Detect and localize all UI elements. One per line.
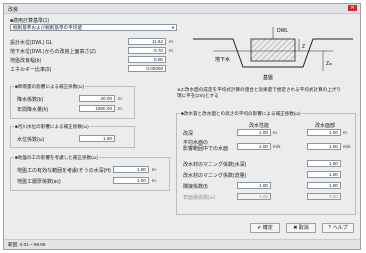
- diagram-base-label: 基盤: [263, 74, 273, 81]
- cancel-button[interactable]: ✖ 取消: [286, 223, 316, 233]
- annual-field[interactable]: 1800.00: [79, 105, 115, 112]
- ground-rate-label: 地盤改良幅(b): [10, 58, 42, 64]
- layer-l1-label: 地盤工の有効な範囲を考慮(そうの水深(H): [17, 168, 111, 174]
- layer-l2-label: 地盤工層厚係数(ac): [17, 179, 61, 185]
- diagram-zm-label: Zₘ: [326, 61, 332, 67]
- rain-label: 降水係数(b): [17, 97, 44, 103]
- r1-unit-1: m: [273, 130, 277, 135]
- design-depth-field[interactable]: 0.70: [128, 47, 166, 54]
- r5-field-2[interactable]: 1.00: [307, 182, 341, 189]
- ok-button[interactable]: ✔ 確定: [250, 223, 280, 233]
- group-rainfall: ■降雨量の影響による補正係数(ω) 降水係数(b) 20.00 m 年間降水量(…: [10, 84, 135, 119]
- r2-unit-1: m/s: [273, 144, 281, 149]
- group-river-title: ■河川水位の影響による補正係数(ω): [14, 124, 90, 130]
- r5-label: 隣接係数(f): [183, 184, 208, 190]
- energy-label: エネルギー比率(δ): [10, 67, 52, 73]
- group-rainfall-title: ■降雨量の影響による補正係数(ω): [14, 84, 86, 90]
- group-layer-title: ■地盤の工の影響を考慮した補正係数(ω): [14, 155, 99, 161]
- dialog-content: ■適用計算基準(1) 掘削基準および掘削基準の平均値 ▼ 設計水位(DWL) G…: [10, 17, 356, 237]
- status-bar: 範囲: 0.01 ~ 99.99: [4, 239, 360, 249]
- dialog-window: 改良 ✕ ■適用計算基準(1) 掘削基準および掘削基準の平均値 ▼ 設計水位(D…: [3, 3, 361, 250]
- ground-elev-unit: m: [169, 39, 173, 44]
- ground-rate-field[interactable]: 0.00: [128, 56, 166, 63]
- group-right: ■改水管と改水面との高さの平均の影響による補正係数(ω) 改水性能 改水面部 改…: [176, 111, 356, 215]
- annual-unit: m: [118, 106, 122, 111]
- diagram-z-label: Z: [302, 44, 305, 50]
- standard-select[interactable]: 掘削基準および掘削基準の平均値 ▼: [10, 24, 177, 31]
- help-button[interactable]: ? ヘルプ: [322, 223, 354, 233]
- group-river: ■河川水位の影響による補正係数(ω) 水位係数(ω) 1.00: [10, 124, 135, 148]
- layer-l1-unit: m: [152, 167, 156, 172]
- r6-field-2: 0.00: [307, 193, 341, 200]
- col1-header: 改水性能: [249, 123, 270, 129]
- chevron-down-icon: ▼: [171, 25, 175, 30]
- r6-label: 表面積係数(ω): [183, 195, 216, 201]
- close-icon[interactable]: ✕: [348, 5, 357, 11]
- section-label: ■適用計算基準(1): [10, 18, 50, 24]
- group-right-title: ■改水管と改水面との高さの平均の影響による補正係数(ω): [180, 111, 302, 117]
- layer-l2-field[interactable]: 1.00: [113, 177, 149, 184]
- rain-unit: m: [118, 96, 122, 101]
- river-coef-label: 水位係数(ω): [17, 137, 45, 143]
- layer-l1-field[interactable]: 1.00: [113, 166, 149, 173]
- layer-l2-unit: m: [152, 178, 156, 183]
- r1-unit-2: m: [343, 130, 347, 135]
- note-line-2: 現に平を(Zm)とする: [177, 93, 219, 98]
- energy-field[interactable]: 0.00000: [128, 65, 166, 72]
- r3-label: 改水材のマニング係数(水深): [183, 162, 247, 168]
- standard-select-value: 掘削基準および掘削基準の平均値: [13, 25, 82, 30]
- r5-field-1[interactable]: 1.00: [237, 182, 271, 189]
- diagram-dwl-label: DWL: [277, 28, 288, 34]
- r2-field-1[interactable]: 1.00: [237, 143, 271, 150]
- ground-elev-label: 設計水位(DWL) GL: [10, 40, 53, 46]
- status-text: 範囲: 0.01 ~ 99.99: [8, 242, 46, 247]
- ground-elev-field[interactable]: 11.62: [128, 38, 166, 45]
- r3-field-2[interactable]: 1.00: [307, 160, 341, 167]
- r2-field-2[interactable]: 1.00: [307, 143, 341, 150]
- r6-field-1: 0.00: [237, 193, 271, 200]
- rain-field[interactable]: 20.00: [79, 95, 115, 102]
- river-coef-field[interactable]: 1.00: [79, 135, 115, 142]
- r2-label-2: 影響範囲中での水面: [183, 146, 229, 152]
- annual-label: 年間降水量(h): [17, 107, 49, 113]
- cross-section-diagram: DWL 地下水 Z Zₘ 基盤: [193, 27, 353, 81]
- r4-field-2[interactable]: 1.00: [307, 171, 341, 178]
- group-layer: ■地盤の工の影響を考慮した補正係数(ω) 地盤工の有効な範囲を考慮(そうの水深(…: [10, 155, 170, 191]
- r4-label: 改水材のマニング係数(流量): [183, 173, 247, 179]
- r1-field-2[interactable]: 1.00: [307, 129, 341, 136]
- r2-unit-2: m/s: [343, 144, 351, 149]
- design-depth-label: 地下水位(DWL)からの改良上面高さ(Z): [10, 49, 96, 55]
- title-bar: 改良 ✕: [4, 4, 360, 14]
- r1-label: 改深: [183, 131, 194, 137]
- diagram-groundwater-label: 地下水: [215, 56, 230, 63]
- design-depth-unit: m: [169, 48, 173, 53]
- r1-field-1[interactable]: 1.00: [237, 129, 271, 136]
- col2-header: 改水面部: [315, 123, 336, 129]
- window-title: 改良: [8, 7, 19, 13]
